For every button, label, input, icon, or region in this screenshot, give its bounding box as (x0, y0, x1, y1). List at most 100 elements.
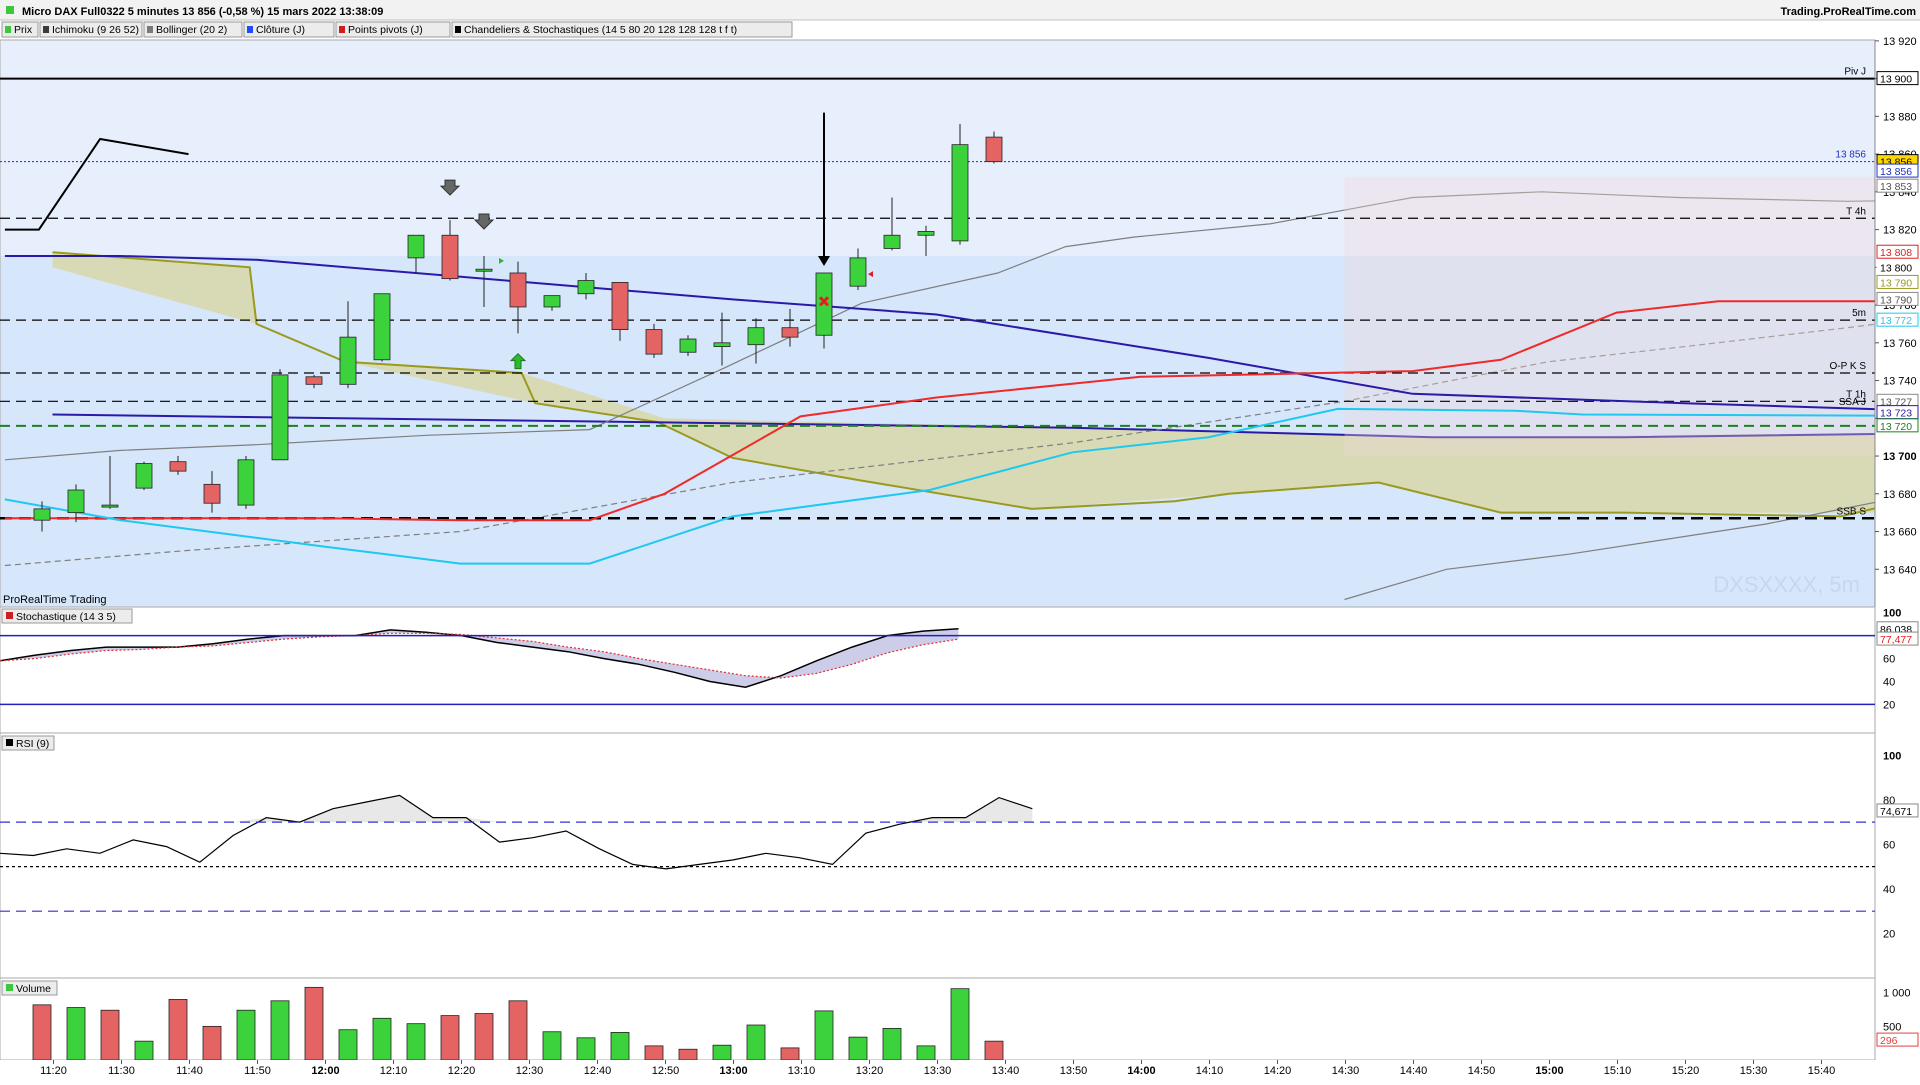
price-watermark: ProRealTime Trading (3, 594, 107, 606)
candle-body (272, 375, 288, 460)
prorealtime-chart: Micro DAX Full0322 5 minutes 13 856 (-0,… (0, 0, 1920, 1080)
volume-bar (713, 1045, 731, 1060)
candle-body (34, 509, 50, 520)
price-badge-text: 13 720 (1880, 421, 1912, 433)
time-tick-label: 11:20 (40, 1065, 67, 1077)
legend-tab[interactable]: Points pivots (J) (336, 22, 450, 37)
price-badge-text: 13 723 (1880, 408, 1912, 420)
time-tick-label: 14:10 (1196, 1065, 1224, 1077)
candle-body (578, 281, 594, 294)
volume-bar (645, 1046, 663, 1060)
price-badge: 13 790 (1877, 292, 1918, 306)
candle (136, 462, 152, 490)
volume-swatch-icon (6, 984, 13, 991)
time-tick-label: 12:10 (380, 1065, 408, 1077)
legend-tab-label: Prix (14, 24, 33, 36)
price-tick-label: 13 820 (1883, 225, 1917, 237)
level-label: SSB S (1837, 506, 1867, 517)
stoch-panel-frame (0, 607, 1875, 733)
rsi-badge-text: 74,671 (1880, 806, 1912, 818)
legend-tab[interactable]: Clôture (J) (244, 22, 334, 37)
price-badge: 13 808 (1877, 245, 1918, 259)
instrument-icon (6, 6, 14, 14)
price-badge-text: 13 808 (1880, 247, 1912, 259)
level-label: Piv J (1844, 67, 1866, 78)
price-badge: 13 790 (1877, 275, 1918, 289)
candle-body (408, 235, 424, 258)
legend-tab[interactable]: Prix (2, 22, 38, 37)
rsi-panel-frame (0, 733, 1875, 978)
volume-bar (271, 1001, 289, 1060)
time-tick-label: 14:30 (1332, 1065, 1360, 1077)
candle-body (510, 273, 526, 307)
volume-bar (611, 1032, 629, 1060)
time-tick-label: 13:50 (1060, 1065, 1088, 1077)
candle-body (884, 235, 900, 248)
candle-body (748, 328, 764, 345)
candle-body (68, 490, 84, 513)
price-tick-label: 13 880 (1883, 111, 1917, 123)
price-badge-text: 13 800 (1880, 262, 1912, 274)
candle-body (612, 282, 628, 329)
price-badge-text: 13 853 (1880, 181, 1912, 193)
level-label: T 4h (1846, 206, 1866, 217)
time-tick-label: 14:50 (1468, 1065, 1496, 1077)
rsi-tick-label: 20 (1883, 928, 1895, 940)
candle-body (646, 330, 662, 355)
volume-bar (475, 1014, 493, 1060)
rsi-tick-label: 40 (1883, 884, 1895, 896)
price-badge: 13 723 (1877, 406, 1918, 420)
time-tick-label: 14:40 (1400, 1065, 1428, 1077)
time-tick-label: 12:50 (652, 1065, 680, 1077)
legend-tab-label: Clôture (J) (256, 24, 305, 36)
volume-bar (849, 1037, 867, 1060)
candle-body (170, 462, 186, 471)
legend-tab-label: Chandeliers & Stochastiques (14 5 80 20 … (464, 24, 737, 36)
volume-bar (203, 1026, 221, 1060)
time-tick-label: 11:30 (108, 1065, 135, 1077)
candle-body (306, 377, 322, 385)
candle-body (952, 145, 968, 241)
price-tick-label: 13 700 (1883, 451, 1917, 463)
legend-tab-label: Bollinger (20 2) (156, 24, 227, 36)
right-label: SSA J (1839, 397, 1866, 408)
time-tick-label: 13:10 (788, 1065, 816, 1077)
price-tick-label: 13 680 (1883, 489, 1917, 501)
chart-window: Micro DAX Full0322 5 minutes 13 856 (-0,… (0, 0, 1920, 1080)
time-tick-label: 14:00 (1127, 1065, 1155, 1077)
price-tick-label: 13 760 (1883, 338, 1917, 350)
chart-title: Micro DAX Full0322 5 minutes 13 856 (-0,… (22, 6, 383, 18)
time-tick-label: 13:30 (924, 1065, 952, 1077)
time-tick-label: 13:40 (992, 1065, 1020, 1077)
legend-tab-label: Points pivots (J) (348, 24, 423, 36)
volume-bar (339, 1030, 357, 1060)
time-tick-label: 12:20 (448, 1065, 476, 1077)
stoch-tick-label: 60 (1883, 654, 1895, 666)
legend-tab[interactable]: Chandeliers & Stochastiques (14 5 80 20 … (452, 22, 792, 37)
level-label: O-P K S (1830, 361, 1867, 372)
volume-tick-label: 500 (1883, 1021, 1901, 1033)
candle-body (714, 343, 730, 347)
volume-bar (951, 989, 969, 1060)
legend-tab[interactable]: Ichimoku (9 26 52) (40, 22, 142, 37)
legend-swatch-icon (43, 26, 49, 33)
symbol-watermark: DXSXXXX, 5m (1713, 572, 1860, 597)
volume-bar (679, 1049, 697, 1060)
volume-tick-label: 1 000 (1883, 988, 1911, 1000)
volume-bar (407, 1024, 425, 1060)
stoch-label: Stochastique (14 3 5) (16, 611, 116, 623)
volume-bar (883, 1028, 901, 1060)
legend-tab[interactable]: Bollinger (20 2) (144, 22, 242, 37)
site-label: Trading.ProRealTime.com (1780, 6, 1916, 18)
time-tick-label: 15:30 (1740, 1065, 1768, 1077)
candle-body (544, 296, 560, 307)
right-label: 13 856 (1835, 150, 1866, 161)
time-tick-label: 12:30 (516, 1065, 544, 1077)
price-badge: 13 720 (1877, 419, 1918, 433)
time-tick-label: 11:40 (176, 1065, 203, 1077)
rsi-tick-label: 100 (1883, 750, 1901, 762)
volume-bar (441, 1016, 459, 1060)
price-tick-label: 13 660 (1883, 527, 1917, 539)
candle-body (782, 328, 798, 337)
volume-bar (373, 1018, 391, 1060)
